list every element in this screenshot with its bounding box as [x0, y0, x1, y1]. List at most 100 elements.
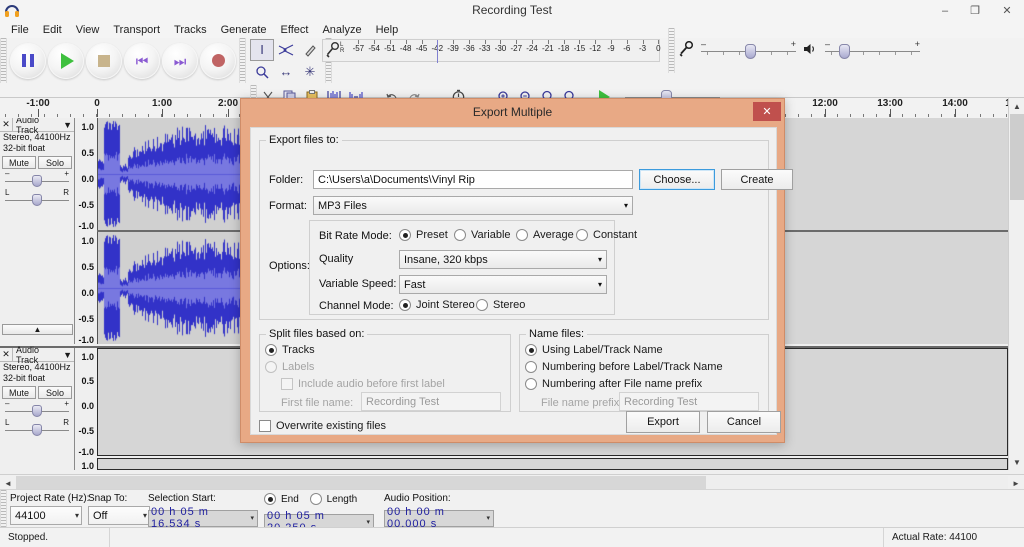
maximize-button[interactable]: ❐ — [960, 0, 990, 21]
vertical-ruler-lower[interactable]: 1.0 — [75, 458, 97, 470]
quality-select[interactable]: Insane, 320 kbps ▾ — [399, 250, 607, 269]
selection-start-field[interactable]: 00 h 05 m 16.534 s ▾ — [148, 506, 258, 530]
first-file-name-label: First file name: — [281, 397, 354, 409]
solo-button[interactable]: Solo — [38, 156, 72, 169]
mixer-grip[interactable] — [668, 28, 675, 73]
draw-tool-icon[interactable] — [298, 39, 322, 61]
format-select[interactable]: MP3 Files ▾ — [313, 196, 633, 215]
play-button[interactable] — [48, 42, 84, 79]
minimize-button[interactable]: – — [930, 0, 960, 21]
menu-item-tracks[interactable]: Tracks — [167, 23, 214, 37]
variable-speed-select[interactable]: Fast ▾ — [399, 275, 607, 294]
envelope-tool-icon[interactable] — [274, 39, 298, 61]
vertical-ruler-upper[interactable]: 1.0 0.5 0.0 -0.5 -1.0 — [75, 118, 97, 231]
scroll-up-icon[interactable]: ▲ — [1009, 98, 1024, 114]
menu-item-help[interactable]: Help — [369, 23, 406, 37]
dialog-close-button[interactable]: ✕ — [753, 102, 781, 121]
bitrate-constant-radio[interactable]: Constant — [576, 229, 637, 241]
waveform-empty-region-2[interactable] — [97, 458, 1008, 470]
pause-button[interactable] — [10, 42, 46, 79]
zoom-tool-icon[interactable] — [250, 61, 274, 83]
numbering-after-radio[interactable]: Numbering after File name prefix — [525, 378, 702, 390]
menu-item-analyze[interactable]: Analyze — [315, 23, 368, 37]
vertical-ruler-lower[interactable]: 1.0 0.5 0.0 -0.5 -1.0 — [75, 232, 97, 345]
playback-volume-slider[interactable]: – + — [825, 38, 920, 60]
vertical-scroll-thumb[interactable] — [1010, 114, 1024, 200]
track-gain-slider[interactable]: – + — [5, 169, 69, 188]
selection-grip[interactable] — [0, 490, 7, 528]
stop-button[interactable] — [86, 42, 122, 79]
bitrate-variable-radio[interactable]: Variable — [454, 229, 511, 241]
export-button[interactable]: Export — [626, 411, 700, 433]
folder-input[interactable]: C:\Users\a\Documents\Vinyl Rip — [313, 170, 633, 189]
vertical-scrollbar[interactable]: ▲ ▼ — [1008, 98, 1024, 470]
first-file-name-input[interactable]: Recording Test — [361, 392, 501, 411]
joint-stereo-radio[interactable]: Joint Stereo — [399, 299, 475, 311]
skip-to-start-button[interactable]: ⏮ — [124, 42, 160, 79]
stereo-radio[interactable]: Stereo — [476, 299, 525, 311]
ruler-minor-tick — [109, 114, 110, 117]
transport-grip[interactable] — [0, 38, 7, 83]
close-track-button[interactable]: ✕ — [0, 348, 13, 361]
quality-label: Quality — [319, 253, 354, 265]
collapse-track-button[interactable]: ▲ — [2, 324, 73, 335]
menu-item-generate[interactable]: Generate — [214, 23, 274, 37]
solo-button[interactable]: Solo — [38, 386, 72, 399]
ruler-minor-tick — [798, 114, 799, 117]
skip-to-end-button[interactable]: ⏭ — [162, 42, 198, 79]
vertical-ruler-upper[interactable]: 1.0 0.5 0.0 -0.5 -1.0 — [75, 348, 97, 457]
spinner-icon[interactable]: ▾ — [250, 514, 255, 522]
create-folder-button[interactable]: Create — [721, 169, 793, 190]
multi-tool-icon[interactable]: ✳ — [298, 61, 322, 83]
choose-folder-button[interactable]: Choose... — [639, 169, 715, 190]
ruler-minor-tick — [785, 114, 786, 117]
export-multiple-dialog: Export Multiple ✕ Export files to: Folde… — [240, 98, 793, 443]
selection-tool-icon[interactable]: I — [250, 38, 274, 61]
bitrate-preset-radio[interactable]: Preset — [399, 229, 448, 241]
split-tracks-radio[interactable]: Tracks — [265, 344, 315, 356]
project-rate-select[interactable]: 44100 ▾ — [10, 506, 82, 525]
track-gain-slider[interactable]: – + — [5, 399, 69, 418]
cancel-button[interactable]: Cancel — [707, 411, 781, 433]
menu-item-effect[interactable]: Effect — [274, 23, 316, 37]
length-radio[interactable]: Length — [309, 493, 357, 505]
ruler-minor-tick — [980, 114, 981, 117]
mute-button[interactable]: Mute — [2, 386, 36, 399]
menu-item-edit[interactable]: Edit — [36, 23, 69, 37]
bitrate-average-radio[interactable]: Average — [516, 229, 574, 241]
timeshift-tool-icon[interactable]: ↔ — [274, 61, 298, 83]
menu-item-view[interactable]: View — [69, 23, 107, 37]
recording-volume-slider[interactable]: – + — [701, 39, 796, 60]
close-track-button[interactable]: ✕ — [0, 118, 13, 131]
horizontal-scroll-thumb[interactable] — [16, 476, 706, 490]
file-name-prefix-input[interactable]: Recording Test — [619, 392, 759, 411]
ruler-minor-tick — [863, 114, 864, 117]
transport-grip-right[interactable] — [239, 38, 246, 83]
speaker-minus-label: – — [825, 38, 831, 49]
mute-button[interactable]: Mute — [2, 156, 36, 169]
spinner-icon[interactable]: ▾ — [486, 514, 491, 522]
track-control-panel[interactable]: ✕ Audio Track ▼ Stereo, 44100Hz 32-bit f… — [0, 118, 75, 344]
menu-item-transport[interactable]: Transport — [106, 23, 167, 37]
numbering-before-radio[interactable]: Numbering before Label/Track Name — [525, 361, 723, 373]
split-labels-radio[interactable]: Labels — [265, 361, 314, 373]
close-button[interactable]: ✕ — [990, 0, 1024, 21]
track-pan-slider[interactable]: L R — [5, 418, 69, 437]
snap-to-select[interactable]: Off ▾ — [88, 506, 150, 525]
overwrite-existing-checkbox[interactable]: Overwrite existing files — [259, 420, 386, 432]
record-button[interactable] — [200, 42, 236, 79]
using-label-track-name-radio[interactable]: Using Label/Track Name — [525, 344, 663, 356]
ruler-minor-tick — [967, 114, 968, 117]
chevron-down-icon: ▾ — [74, 511, 79, 520]
scroll-down-icon[interactable]: ▼ — [1009, 454, 1024, 470]
include-audio-checkbox[interactable]: Include audio before first label — [281, 378, 445, 390]
end-radio[interactable]: End — [264, 493, 299, 505]
track-control-panel[interactable]: ✕ Audio Track ▼ Stereo, 44100Hz 32-bit f… — [0, 345, 75, 470]
spinner-icon[interactable]: ▾ — [366, 518, 371, 526]
recording-meter-toolbar[interactable]: LR -57-54-51-48-45-42-39-36-33-30-27-24-… — [322, 38, 667, 63]
track-pan-slider[interactable]: L R — [5, 188, 69, 207]
ruler-major-tick — [955, 109, 956, 117]
menu-item-file[interactable]: File — [4, 23, 36, 37]
horizontal-scrollbar[interactable]: ◄ ► — [0, 474, 1024, 490]
audio-position-field[interactable]: 00 h 00 m 00.000 s ▾ — [384, 506, 494, 530]
